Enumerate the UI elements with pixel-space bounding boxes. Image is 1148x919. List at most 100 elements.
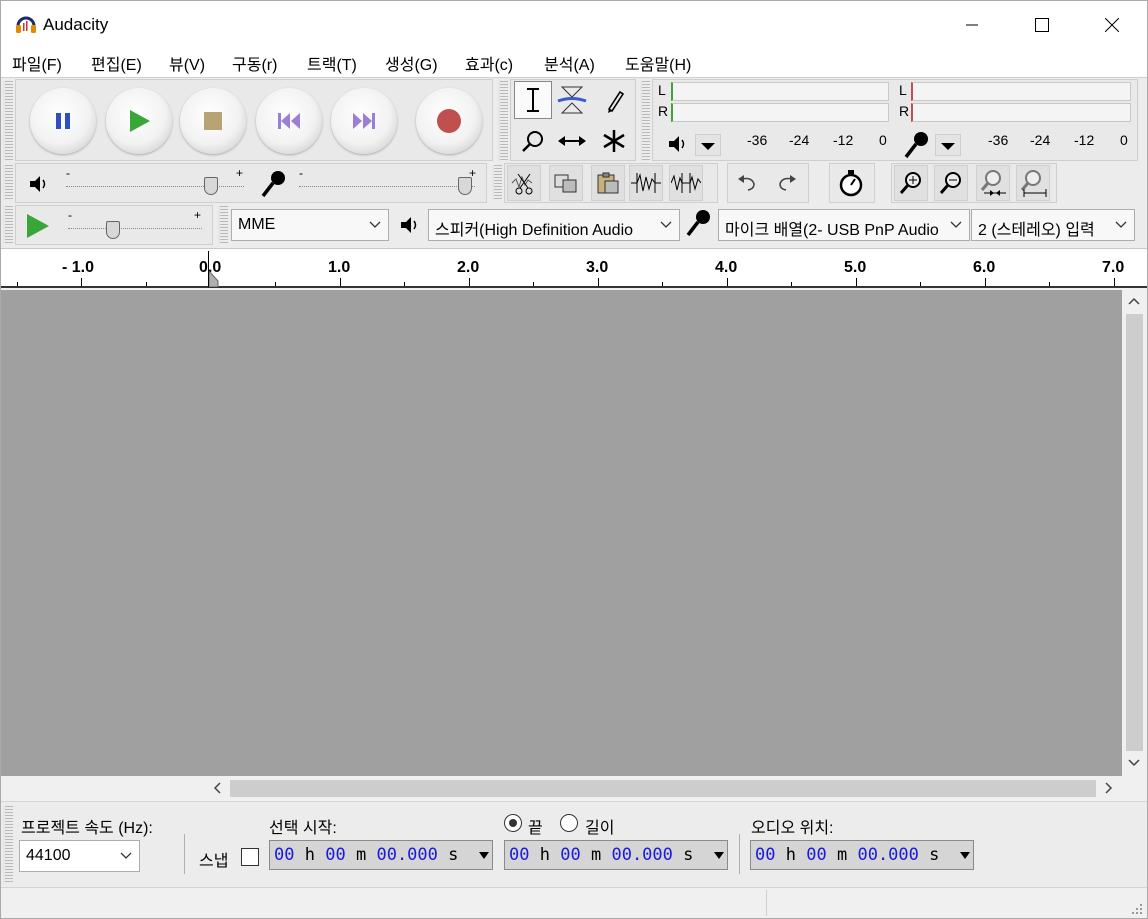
multi-tool[interactable] xyxy=(595,122,633,160)
undo-button[interactable] xyxy=(730,165,764,201)
playback-meter-right[interactable] xyxy=(671,103,889,122)
mixer-toolbar: - + - + xyxy=(15,163,487,203)
skip-to-start-button[interactable] xyxy=(256,88,322,154)
minimize-button[interactable] xyxy=(937,1,1007,48)
divider xyxy=(184,834,185,874)
time-shift-tool[interactable] xyxy=(553,122,591,160)
pause-button[interactable] xyxy=(30,88,96,154)
stop-button[interactable] xyxy=(180,88,246,154)
timeline-ruler[interactable]: - 1.0 0.0 1.0 2.0 3.0 4.0 5.0 6.0 7.0 xyxy=(1,248,1147,288)
fit-project-button[interactable] xyxy=(1016,165,1050,201)
play-at-speed-grip[interactable] xyxy=(3,206,13,244)
draw-tool[interactable] xyxy=(595,81,633,119)
horizontal-scrollbar[interactable] xyxy=(206,776,1122,801)
play-at-speed-button[interactable] xyxy=(20,208,54,244)
scroll-down-icon[interactable] xyxy=(1128,758,1140,768)
mixer-toolbar-grip[interactable] xyxy=(3,165,13,201)
horizontal-scroll-thumb[interactable] xyxy=(230,780,1096,797)
ruler-tick xyxy=(662,282,663,286)
record-scale-24: -24 xyxy=(1030,132,1051,148)
play-speed-thumb[interactable] xyxy=(106,221,120,239)
menu-view[interactable]: 뷰(V) xyxy=(169,51,205,75)
audio-host-select[interactable]: MME xyxy=(231,209,389,241)
transport-toolbar-grip[interactable] xyxy=(3,81,13,161)
silence-audio-button[interactable] xyxy=(669,165,703,201)
trim-audio-button[interactable] xyxy=(629,165,663,201)
playback-volume-minus: - xyxy=(66,166,70,180)
ruler-tick xyxy=(533,282,534,286)
end-radio[interactable] xyxy=(504,814,522,832)
edit-toolbar-grip[interactable] xyxy=(492,165,502,201)
time-format-dropdown-icon[interactable] xyxy=(959,849,971,861)
device-toolbar-grip[interactable] xyxy=(218,206,228,244)
recording-device-value: 마이크 배열(2- USB PnP Audio xyxy=(725,222,939,239)
recording-device-select[interactable]: 마이크 배열(2- USB PnP Audio xyxy=(718,209,970,241)
menu-help[interactable]: 도움말(H) xyxy=(625,51,691,75)
menu-edit[interactable]: 편집(E) xyxy=(91,51,142,75)
fit-selection-icon xyxy=(980,170,1006,196)
record-volume-slider[interactable] xyxy=(299,186,475,187)
close-button[interactable] xyxy=(1077,1,1147,48)
skip-to-end-button[interactable] xyxy=(331,88,397,154)
menu-bar: 파일(F) 편집(E) 뷰(V) 구동(r) 트랙(T) 생성(G) 효과(c)… xyxy=(1,48,1147,78)
zoom-in-button[interactable] xyxy=(894,165,928,201)
divider xyxy=(739,834,740,874)
copy-button[interactable] xyxy=(549,165,583,201)
record-volume-minus: - xyxy=(299,166,303,180)
menu-file[interactable]: 파일(F) xyxy=(12,51,62,75)
vertical-scroll-thumb[interactable] xyxy=(1126,314,1143,751)
zoom-tool[interactable] xyxy=(514,122,552,160)
record-button[interactable] xyxy=(416,88,482,154)
play-head-marker-icon[interactable] xyxy=(209,271,219,287)
record-meter-left[interactable] xyxy=(911,82,1131,101)
timer-record-button[interactable] xyxy=(834,165,868,201)
record-meter-right[interactable] xyxy=(911,103,1131,122)
selection-tool[interactable] xyxy=(514,81,552,119)
tools-toolbar-grip[interactable] xyxy=(498,81,508,161)
time-format-dropdown-icon[interactable] xyxy=(713,849,725,861)
cut-button[interactable] xyxy=(507,165,541,201)
playback-device-select[interactable]: 스피커(High Definition Audio xyxy=(428,209,680,241)
recording-channels-select[interactable]: 2 (스테레오) 입력 xyxy=(971,209,1135,241)
time-format-dropdown-icon[interactable] xyxy=(478,849,490,861)
scroll-up-icon[interactable] xyxy=(1128,296,1140,306)
play-speed-slider[interactable] xyxy=(68,228,202,229)
snap-checkbox[interactable] xyxy=(241,848,259,866)
scroll-left-icon[interactable] xyxy=(212,782,222,794)
selection-end-time[interactable]: 00 h 00 m 00.000 s xyxy=(504,840,728,870)
selection-toolbar-grip[interactable] xyxy=(3,806,13,884)
chevron-down-icon xyxy=(660,221,672,228)
track-panel[interactable] xyxy=(1,290,1122,776)
playback-meter-menu-button[interactable] xyxy=(695,134,721,156)
menu-transport[interactable]: 구동(r) xyxy=(232,51,277,75)
playback-scale-0: 0 xyxy=(879,132,887,148)
menu-generate[interactable]: 생성(G) xyxy=(385,51,438,75)
record-meter-menu-button[interactable] xyxy=(935,134,961,156)
redo-button[interactable] xyxy=(770,165,804,201)
record-volume-thumb[interactable] xyxy=(458,177,472,195)
resize-grip-icon[interactable] xyxy=(1131,903,1143,915)
project-rate-label: 프로젝트 속도 (Hz): xyxy=(21,820,153,837)
play-button[interactable] xyxy=(106,88,172,154)
vertical-scrollbar[interactable] xyxy=(1122,290,1147,776)
envelope-tool[interactable] xyxy=(553,81,591,119)
project-rate-value: 44100 xyxy=(26,847,71,864)
project-rate-select[interactable]: 44100 xyxy=(19,840,140,872)
menu-analyze[interactable]: 분석(A) xyxy=(544,51,595,75)
length-radio[interactable] xyxy=(560,814,578,832)
selection-start-label: 선택 시작: xyxy=(269,820,337,837)
snap-label: 스냅 xyxy=(199,853,229,870)
zoom-out-button[interactable] xyxy=(934,165,968,201)
selection-start-time[interactable]: 00 h 00 m 00.000 s xyxy=(269,840,493,870)
menu-effect[interactable]: 효과(c) xyxy=(465,51,513,75)
meter-toolbar-grip[interactable] xyxy=(640,81,650,161)
audio-position-time[interactable]: 00 h 00 m 00.000 s xyxy=(750,840,974,870)
paste-button[interactable] xyxy=(591,165,625,201)
copy-icon xyxy=(554,174,577,193)
playback-meter-left[interactable] xyxy=(671,82,889,101)
fit-selection-button[interactable] xyxy=(976,165,1010,201)
menu-tracks[interactable]: 트랙(T) xyxy=(307,51,357,75)
scroll-right-icon[interactable] xyxy=(1104,782,1114,794)
maximize-button[interactable] xyxy=(1007,1,1077,48)
playback-volume-thumb[interactable] xyxy=(204,177,218,195)
